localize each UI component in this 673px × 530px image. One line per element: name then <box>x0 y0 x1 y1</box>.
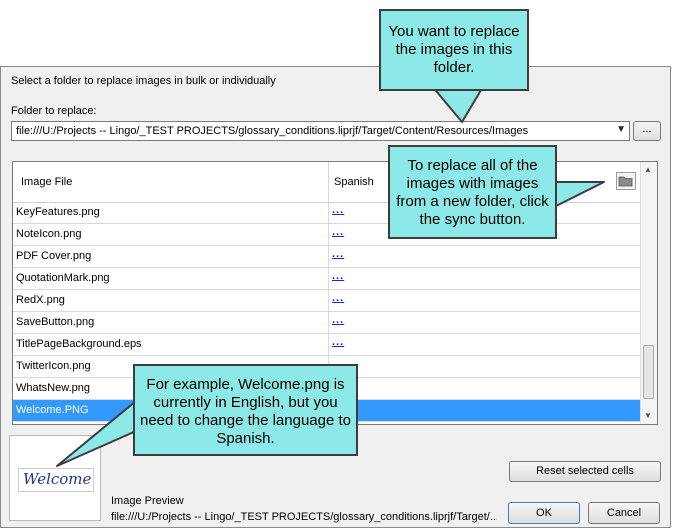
bottom-callout-pointer <box>56 400 137 467</box>
callout-target-folder: You want to replace the images in this f… <box>379 9 529 91</box>
callout-sync-button: To replace all of the images with images… <box>388 145 557 239</box>
right-callout-pointer <box>555 181 605 207</box>
callout-welcome-example: For example, Welcome.png is currently in… <box>133 364 358 456</box>
